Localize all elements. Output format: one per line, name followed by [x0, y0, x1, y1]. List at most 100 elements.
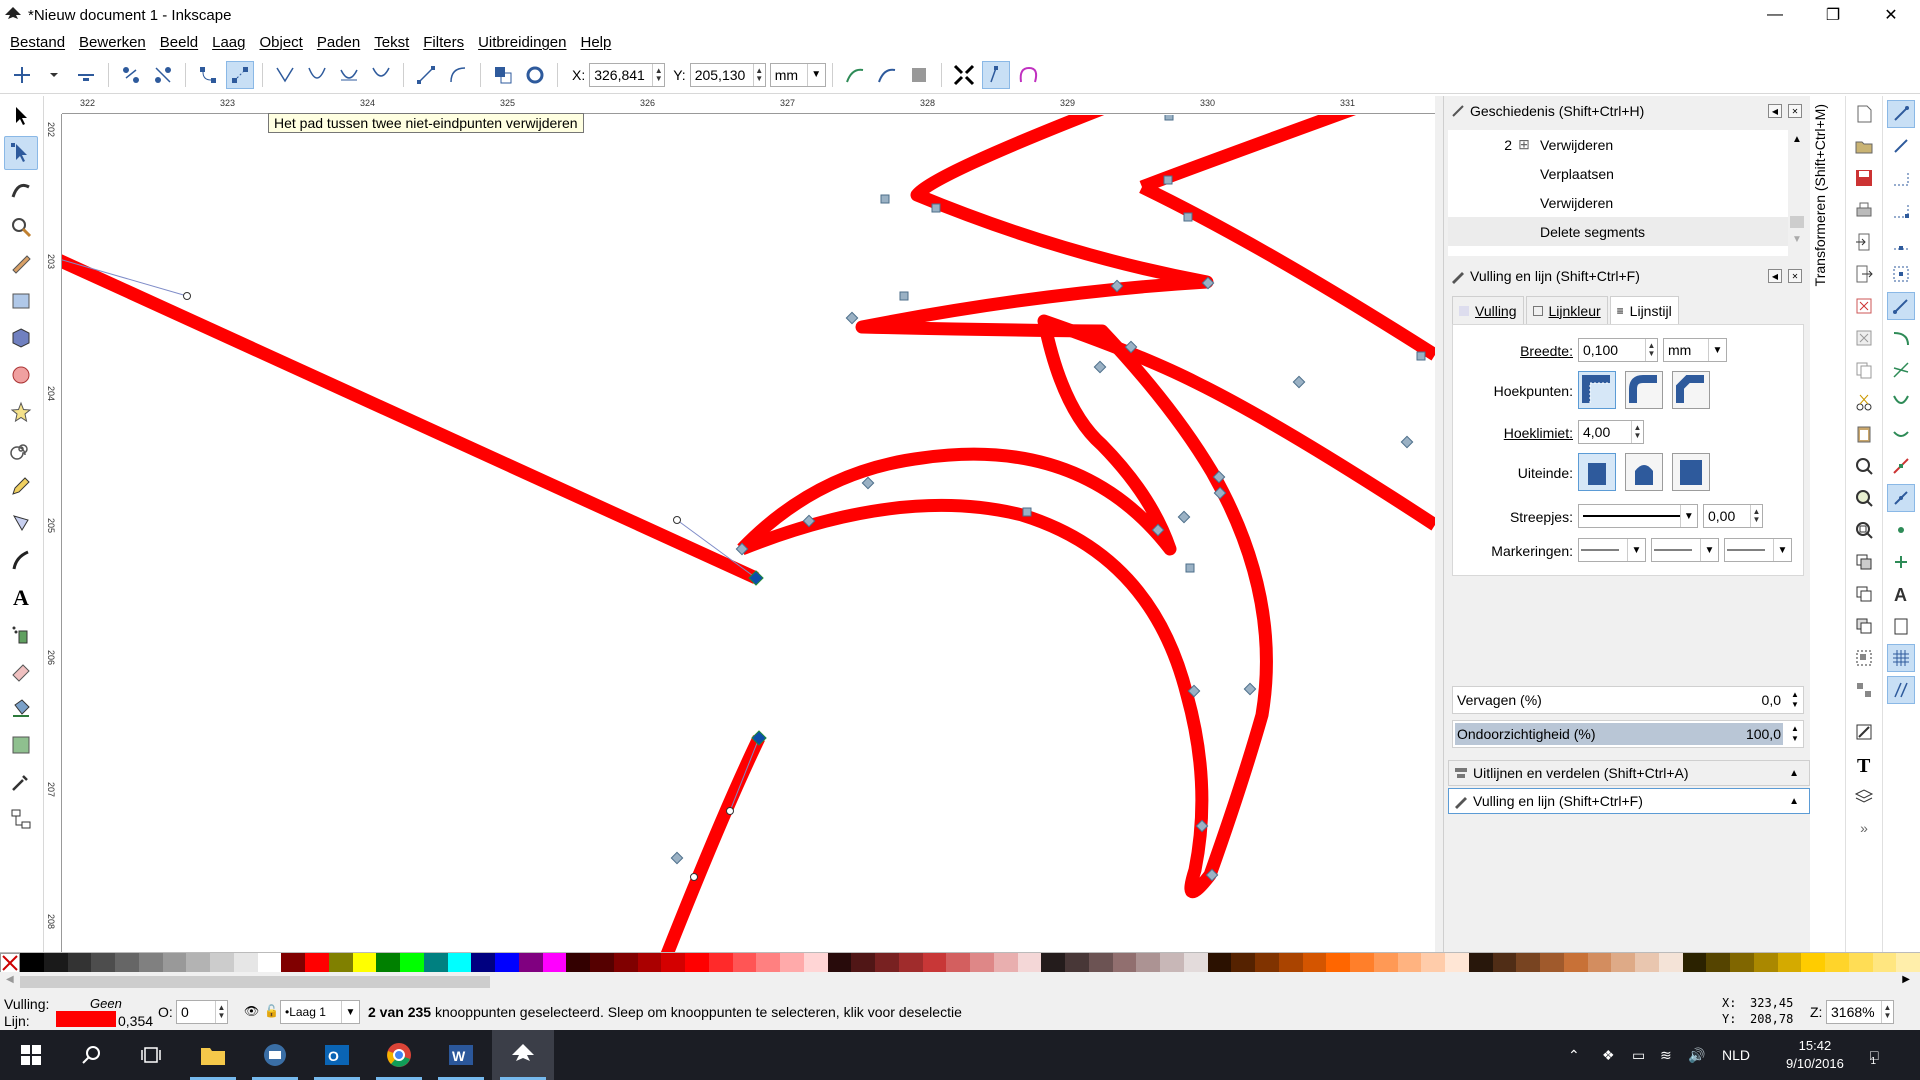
- path-node[interactable]: [861, 476, 875, 490]
- taskbar-app-outlook[interactable]: O: [306, 1030, 368, 1080]
- color-swatch[interactable]: [328, 953, 353, 973]
- path-node[interactable]: [1183, 212, 1193, 222]
- search-button[interactable]: [60, 1030, 122, 1080]
- stroke-width-field[interactable]: 0,100 ▲ ▼: [1578, 338, 1658, 362]
- color-swatch[interactable]: [1207, 953, 1232, 973]
- color-swatch[interactable]: [423, 953, 448, 973]
- color-swatch[interactable]: [590, 953, 614, 973]
- path-node[interactable]: [1185, 563, 1195, 573]
- color-swatch[interactable]: [1658, 953, 1683, 973]
- taskbar-app-word[interactable]: W: [430, 1030, 492, 1080]
- end-marker-select[interactable]: ▼: [1724, 538, 1792, 562]
- color-swatch[interactable]: [851, 953, 875, 973]
- dropbox-tray-icon[interactable]: ❖: [1602, 1030, 1615, 1080]
- color-swatch[interactable]: [993, 953, 1018, 973]
- color-swatch[interactable]: [210, 953, 234, 973]
- scroll-thumb[interactable]: [20, 976, 490, 988]
- color-swatch[interactable]: [1445, 953, 1469, 973]
- color-swatch[interactable]: [281, 953, 305, 973]
- delete-node-button[interactable]: [72, 61, 100, 89]
- path-node[interactable]: [1177, 510, 1191, 524]
- color-swatch[interactable]: [1136, 953, 1160, 973]
- text-font-dialog-button[interactable]: T: [1850, 750, 1878, 778]
- new-document-button[interactable]: [1850, 100, 1878, 128]
- color-swatch[interactable]: [1017, 953, 1042, 973]
- language-indicator[interactable]: NLD: [1722, 1030, 1750, 1080]
- color-swatch[interactable]: [1516, 953, 1540, 973]
- zoom-drawing-button[interactable]: [1850, 484, 1878, 512]
- color-swatch[interactable]: [1896, 953, 1920, 973]
- color-swatch[interactable]: [685, 953, 709, 973]
- panel-close-button[interactable]: ✕: [1788, 104, 1802, 118]
- unlink-clone-button[interactable]: [1850, 612, 1878, 640]
- color-swatch[interactable]: [708, 953, 733, 973]
- color-swatch[interactable]: [1278, 953, 1303, 973]
- color-swatch[interactable]: [1730, 953, 1754, 973]
- redo-button[interactable]: [1850, 324, 1878, 352]
- menu-bewerken[interactable]: Bewerken: [72, 34, 153, 51]
- color-swatch[interactable]: [91, 953, 115, 973]
- menu-uitbreidingen[interactable]: Uitbreidingen: [471, 34, 573, 51]
- color-swatch[interactable]: [970, 953, 994, 973]
- wifi-tray-icon[interactable]: ≋: [1660, 1030, 1672, 1080]
- mask-edit-button[interactable]: [905, 61, 933, 89]
- insert-node-button[interactable]: [8, 61, 36, 89]
- history-row[interactable]: 2 ⊞ Verwijderen: [1448, 130, 1788, 159]
- color-swatch[interactable]: [352, 953, 377, 973]
- minimize-button[interactable]: —: [1746, 0, 1804, 30]
- color-swatch[interactable]: [1872, 953, 1897, 973]
- color-swatch[interactable]: [1540, 953, 1564, 973]
- color-swatch[interactable]: [1231, 953, 1255, 973]
- fill-stroke-dialog-button[interactable]: [1850, 718, 1878, 746]
- path-node[interactable]: [1243, 682, 1257, 696]
- calligraphy-tool[interactable]: [4, 543, 38, 577]
- restore-button[interactable]: ❐: [1804, 0, 1862, 30]
- color-swatch[interactable]: [922, 953, 947, 973]
- miter-spin-arrows[interactable]: ▲ ▼: [1631, 421, 1643, 443]
- snap-bbox-edge-button[interactable]: [1887, 164, 1915, 192]
- dash-offset-field[interactable]: 0,00 ▲ ▼: [1703, 504, 1763, 528]
- color-swatch[interactable]: [1112, 953, 1137, 973]
- opacity-spin-arrows[interactable]: ▲ ▼: [1789, 724, 1801, 744]
- clock[interactable]: 15:42 9/10/2016: [1786, 1030, 1844, 1080]
- menu-bestand[interactable]: Bestand: [0, 34, 72, 51]
- battery-tray-icon[interactable]: ▭: [1632, 1030, 1645, 1080]
- color-swatch[interactable]: [1611, 953, 1635, 973]
- text-tool[interactable]: A: [4, 580, 38, 614]
- color-swatch[interactable]: [1587, 953, 1612, 973]
- color-swatch[interactable]: [1753, 953, 1778, 973]
- menu-help[interactable]: Help: [573, 34, 618, 51]
- scroll-thumb[interactable]: [1790, 216, 1804, 228]
- color-swatch[interactable]: [1563, 953, 1588, 973]
- dash-pattern-select[interactable]: ▼: [1578, 504, 1698, 528]
- menu-tekst[interactable]: Tekst: [367, 34, 416, 51]
- color-swatch[interactable]: [257, 953, 282, 973]
- color-swatch[interactable]: [1682, 953, 1707, 973]
- x-coordinate-field[interactable]: 326,841 ▲ ▼: [589, 62, 666, 87]
- color-swatch[interactable]: [1326, 953, 1350, 973]
- color-swatch[interactable]: [186, 953, 210, 973]
- color-swatch[interactable]: [1088, 953, 1113, 973]
- snap-page-button[interactable]: [1887, 612, 1915, 640]
- width-spin-arrows[interactable]: ▲ ▼: [1645, 339, 1657, 361]
- snap-rotation-center-button[interactable]: [1887, 548, 1915, 576]
- color-swatch[interactable]: [1777, 953, 1802, 973]
- transform-side-tab[interactable]: Transformeren (Shift+Ctrl+M): [1810, 96, 1834, 556]
- color-swatch[interactable]: [67, 953, 92, 973]
- path-node[interactable]: [931, 203, 941, 213]
- color-swatch[interactable]: [875, 953, 899, 973]
- path-node[interactable]: [1416, 351, 1426, 361]
- path-segment-bottom[interactable]: [660, 735, 765, 952]
- snap-cusp-button[interactable]: [1887, 388, 1915, 416]
- snap-bbox-midpoint-button[interactable]: [1887, 228, 1915, 256]
- taskbar-app-chrome[interactable]: [368, 1030, 430, 1080]
- spray-tool[interactable]: [4, 617, 38, 651]
- snap-center-button[interactable]: [1887, 516, 1915, 544]
- color-swatch[interactable]: [732, 953, 757, 973]
- cap-butt-button[interactable]: [1578, 453, 1616, 491]
- lock-icon[interactable]: 🔓: [264, 1004, 279, 1018]
- handle-knob[interactable]: [726, 807, 734, 815]
- next-path-effect-button[interactable]: [841, 61, 869, 89]
- blur-spin-arrows[interactable]: ▲ ▼: [1789, 690, 1801, 710]
- node-auto-smooth-button[interactable]: [367, 61, 395, 89]
